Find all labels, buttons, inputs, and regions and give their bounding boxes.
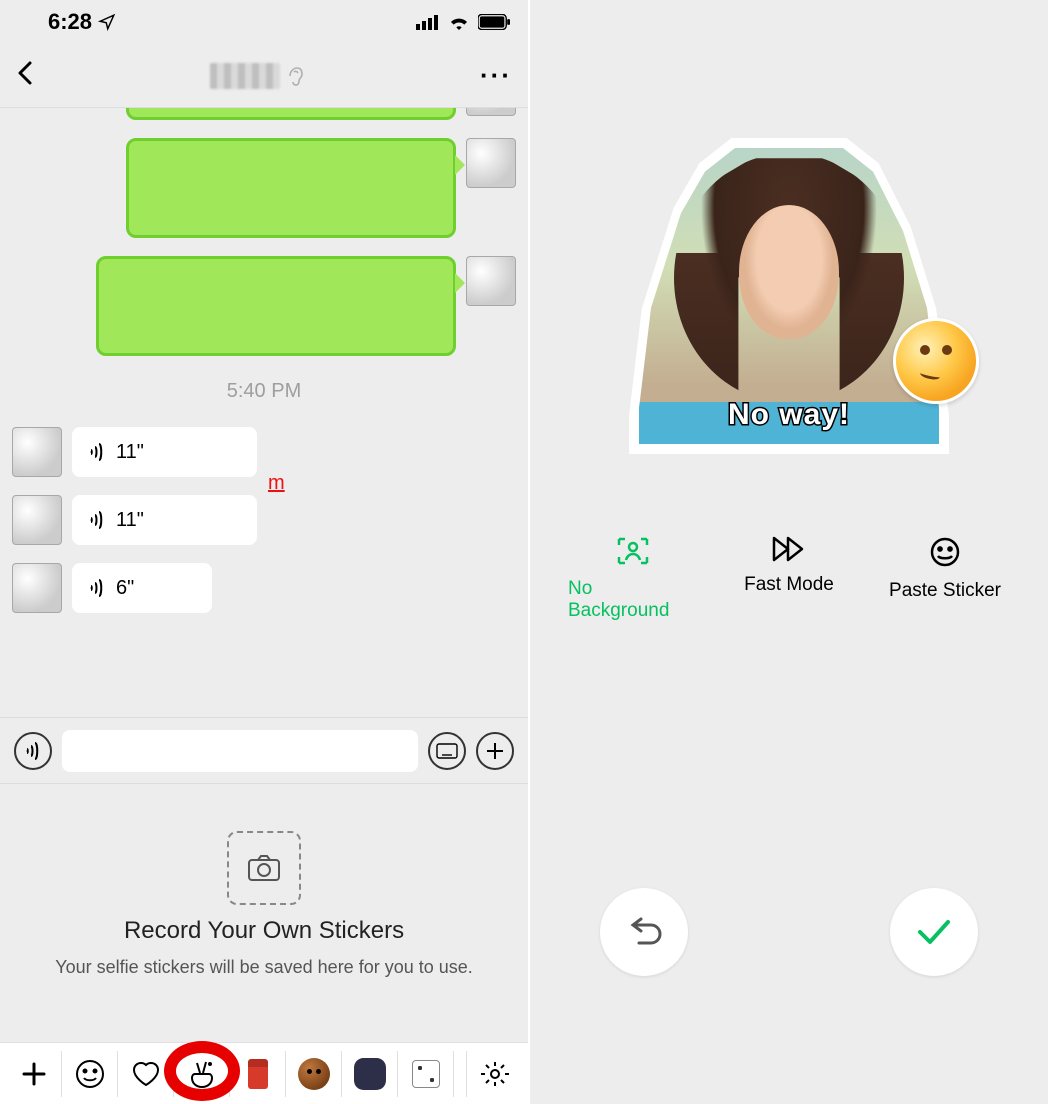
undo-button[interactable] [600, 888, 688, 976]
back-icon [16, 59, 34, 87]
annotation-m: m [268, 472, 285, 495]
sticker-settings-button[interactable] [466, 1051, 522, 1097]
check-icon [916, 918, 952, 946]
voice-duration: 6" [116, 577, 134, 600]
status-time: 6:28 [48, 9, 92, 35]
voice-duration: 11" [116, 509, 144, 532]
fast-mode-option[interactable]: Fast Mode [724, 536, 854, 622]
annotation-highlight [164, 1041, 240, 1101]
sticker-preview[interactable]: No way! [639, 148, 939, 444]
message-in: 6" [12, 563, 516, 613]
sound-wave-icon [88, 578, 106, 598]
sound-wave-icon [24, 741, 42, 761]
sticker-pack-brown[interactable] [286, 1051, 342, 1097]
add-button[interactable] [476, 732, 514, 770]
fast-forward-icon [772, 536, 806, 562]
ear-icon [286, 65, 304, 87]
option-label: Paste Sticker [889, 580, 1001, 602]
avatar[interactable] [466, 108, 516, 116]
cellular-icon [416, 14, 440, 30]
sparkle-icon [412, 1060, 440, 1088]
timestamp: 5:40 PM [12, 380, 516, 403]
sticker-panel-subtitle: Your selfie stickers will be saved here … [55, 957, 473, 978]
voice-message[interactable]: 11" [72, 495, 257, 545]
cat-icon [354, 1058, 386, 1090]
smile-icon [75, 1059, 105, 1089]
no-background-icon [616, 536, 650, 566]
sound-wave-icon [88, 510, 106, 530]
sticker-button[interactable] [428, 732, 466, 770]
red-envelope-icon [248, 1059, 268, 1089]
more-button[interactable]: ··· [480, 60, 512, 91]
plus-icon [21, 1061, 47, 1087]
camera-icon [247, 854, 281, 882]
message-input[interactable] [62, 730, 418, 772]
sticker-pack-sparkle[interactable] [398, 1051, 454, 1097]
location-icon [98, 13, 116, 31]
add-pack-button[interactable] [6, 1051, 62, 1097]
avatar[interactable] [12, 563, 62, 613]
wifi-icon [448, 14, 470, 30]
chat-header: ··· [0, 44, 528, 108]
chat-scroll-area[interactable]: 5:40 PM 11" m 11" 6" [0, 108, 528, 718]
battery-icon [478, 14, 510, 30]
gear-icon [481, 1060, 509, 1088]
keyboard-icon [436, 743, 458, 759]
voice-message[interactable]: 6" [72, 563, 212, 613]
sticker-pack-cat[interactable] [342, 1051, 398, 1097]
option-label: No Background [568, 578, 698, 622]
selfie-sticker-tab[interactable] [174, 1051, 230, 1097]
sticker-caption[interactable]: No way! [639, 398, 939, 432]
option-label: Fast Mode [744, 574, 834, 596]
message-bubble[interactable] [126, 138, 456, 238]
no-background-option[interactable]: No Background [568, 536, 698, 622]
message-out [12, 256, 516, 356]
message-bubble[interactable] [126, 108, 456, 120]
contact-name-blurred [210, 63, 280, 89]
selfie-sticker-panel: Record Your Own Stickers Your selfie sti… [0, 784, 528, 1024]
paste-sticker-option[interactable]: Paste Sticker [880, 536, 1010, 622]
overlay-emoji-icon[interactable] [893, 318, 979, 404]
message-out [12, 108, 516, 120]
message-in: 11" m [12, 427, 516, 477]
message-in: 11" [12, 495, 516, 545]
sticker-tab-bar [0, 1042, 528, 1104]
avatar[interactable] [12, 427, 62, 477]
smile-icon [929, 536, 961, 568]
voice-input-toggle[interactable] [14, 732, 52, 770]
confirm-button[interactable] [890, 888, 978, 976]
message-bubble[interactable] [96, 256, 456, 356]
message-out [12, 138, 516, 238]
status-bar: 6:28 [0, 0, 528, 44]
sticker-panel-title: Record Your Own Stickers [124, 917, 404, 945]
chat-input-bar [0, 718, 528, 784]
plus-icon [485, 741, 505, 761]
sound-wave-icon [88, 442, 106, 462]
record-sticker-button[interactable] [227, 831, 301, 905]
avatar[interactable] [12, 495, 62, 545]
avatar[interactable] [466, 138, 516, 188]
back-button[interactable] [16, 59, 34, 92]
emoji-tab[interactable] [62, 1051, 118, 1097]
voice-duration: 11" [116, 441, 144, 464]
voice-message[interactable]: 11" [72, 427, 257, 477]
undo-icon [625, 917, 663, 947]
avatar[interactable] [466, 256, 516, 306]
chat-title[interactable] [210, 63, 304, 89]
heart-icon [131, 1061, 161, 1087]
brown-emoji-icon [298, 1058, 330, 1090]
